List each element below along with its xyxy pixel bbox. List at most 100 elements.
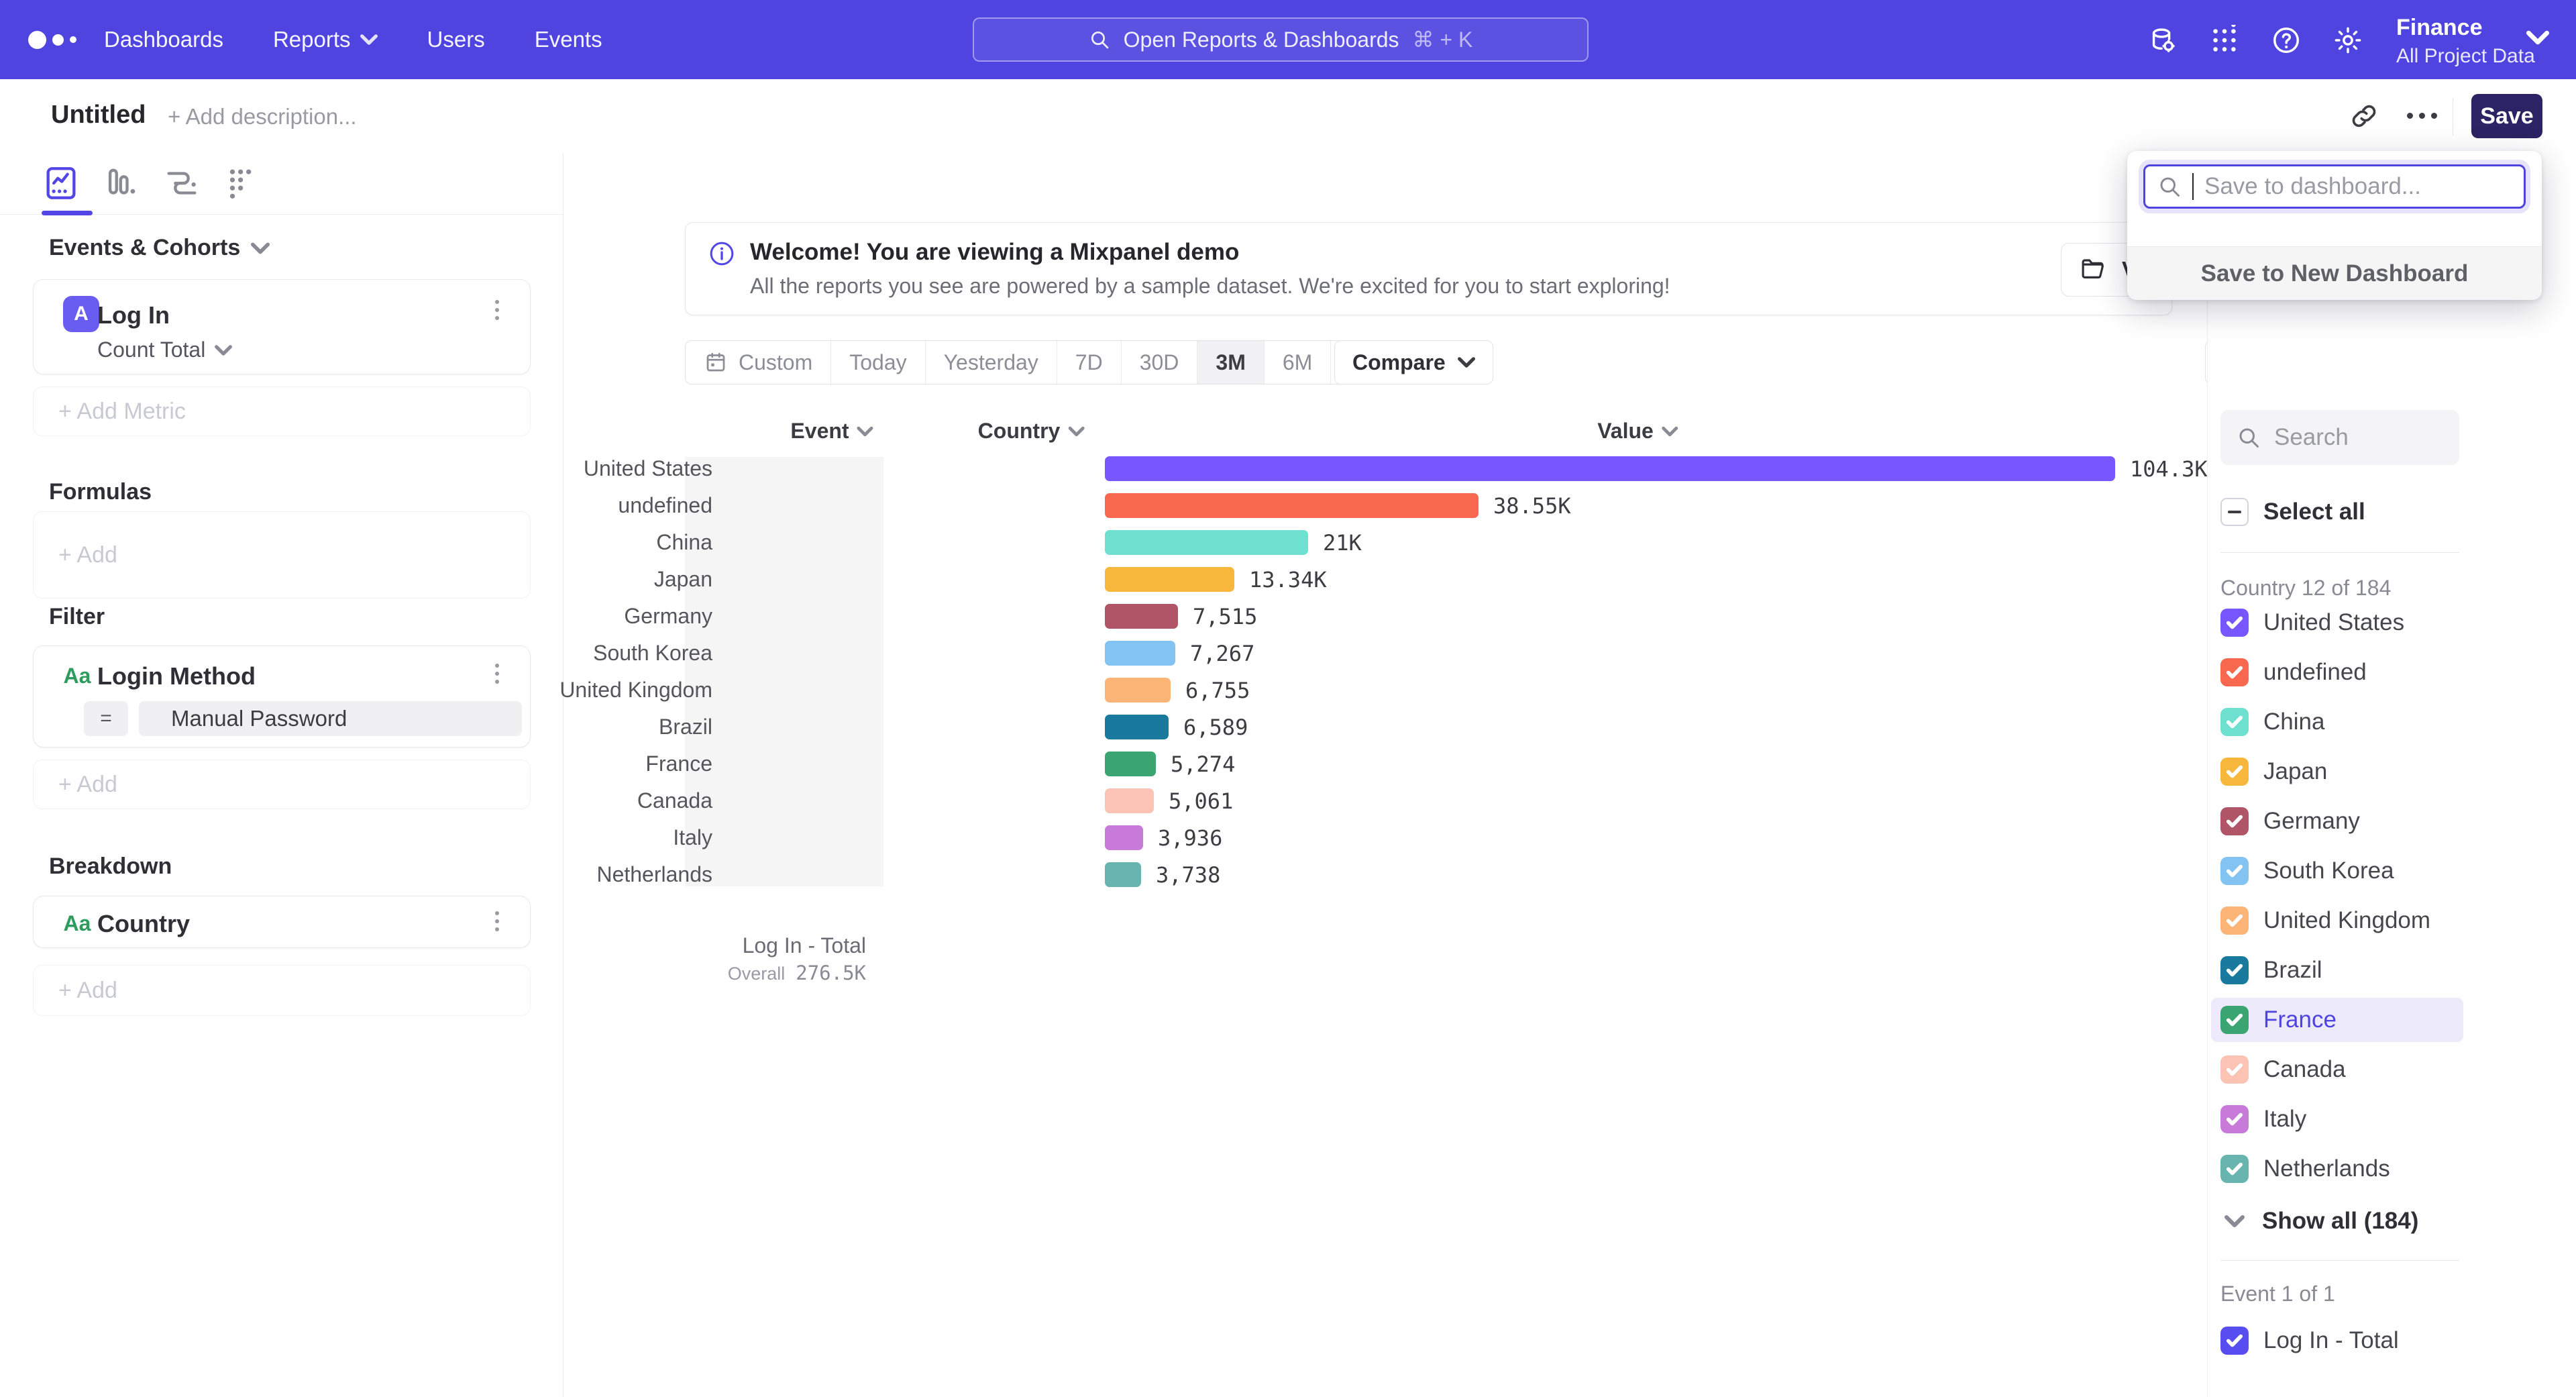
bar[interactable]: [1105, 862, 1141, 887]
legend-search-input[interactable]: [2274, 424, 2442, 451]
chevron-down-icon: [251, 242, 270, 255]
bar-row-united-kingdom[interactable]: United Kingdom6,755: [0, 672, 2207, 709]
metric-event-name[interactable]: Log In: [97, 301, 170, 329]
show-all-button[interactable]: Show all (184): [2224, 1208, 2418, 1235]
metric-card[interactable]: A Log In Count Total: [33, 279, 531, 374]
bar[interactable]: [1105, 493, 1479, 518]
data-management-icon[interactable]: [2147, 25, 2178, 56]
column-header-event[interactable]: Event: [790, 419, 873, 444]
checkbox-checked[interactable]: [2220, 1055, 2249, 1084]
save-to-new-dashboard-button[interactable]: Save to New Dashboard: [2127, 246, 2542, 300]
checkbox-checked[interactable]: [2220, 609, 2249, 637]
compare-button[interactable]: Compare: [1334, 340, 1493, 384]
column-header-country[interactable]: Country: [978, 419, 1085, 444]
save-dashboard-search-box[interactable]: [2143, 164, 2526, 209]
add-breakdown-button[interactable]: + Add: [33, 965, 531, 1016]
checkbox-checked[interactable]: [2220, 1006, 2249, 1034]
country-item-japan[interactable]: Japan: [2211, 749, 2463, 794]
bar-row-canada[interactable]: Canada5,061: [0, 782, 2207, 819]
save-button[interactable]: Save: [2471, 94, 2542, 138]
legend-search-box[interactable]: [2220, 410, 2459, 465]
breakdown-card[interactable]: Aa Country: [33, 896, 531, 948]
checkbox-checked[interactable]: [2220, 907, 2249, 935]
time-range-7d[interactable]: 7D: [1057, 341, 1122, 384]
checkbox-checked[interactable]: [2220, 658, 2249, 686]
time-range-yesterday[interactable]: Yesterday: [926, 341, 1057, 384]
country-item-netherlands[interactable]: Netherlands: [2211, 1147, 2463, 1191]
checkbox-checked[interactable]: [2220, 857, 2249, 885]
checkbox-checked[interactable]: [2220, 1327, 2249, 1355]
select-all-checkbox-indeterminate[interactable]: [2220, 498, 2249, 526]
tab-flows[interactable]: [162, 164, 201, 203]
add-description-button[interactable]: + Add description...: [168, 104, 357, 130]
bar[interactable]: [1105, 530, 1308, 555]
country-item-italy[interactable]: Italy: [2211, 1097, 2463, 1141]
bar[interactable]: [1105, 641, 1175, 666]
country-item-south-korea[interactable]: South Korea: [2211, 849, 2463, 893]
nav-item-users[interactable]: Users: [427, 27, 485, 52]
country-item-united-kingdom[interactable]: United Kingdom: [2211, 898, 2463, 943]
tab-insights[interactable]: [42, 164, 80, 203]
bar[interactable]: [1105, 604, 1178, 629]
settings-gear-icon[interactable]: [2332, 25, 2363, 56]
column-header-value[interactable]: Value: [1597, 419, 1678, 444]
bar[interactable]: [1105, 456, 2115, 481]
nav-item-reports[interactable]: Reports: [273, 27, 378, 52]
bar-row-japan[interactable]: Japan13.34K: [0, 561, 2207, 598]
checkbox-checked[interactable]: [2220, 1155, 2249, 1183]
report-title[interactable]: Untitled: [51, 101, 146, 130]
event-item-log-in---total[interactable]: Log In - Total: [2211, 1318, 2463, 1363]
nav-item-dashboards[interactable]: Dashboards: [104, 27, 223, 52]
more-actions-button[interactable]: [2407, 113, 2437, 119]
events-cohorts-header[interactable]: Events & Cohorts: [49, 235, 270, 261]
breakdown-menu-button[interactable]: [487, 911, 507, 931]
nav-item-events[interactable]: Events: [535, 27, 602, 52]
bar-row-undefined[interactable]: undefined38.55K: [0, 487, 2207, 524]
checkbox-checked[interactable]: [2220, 956, 2249, 984]
bar[interactable]: [1105, 715, 1169, 739]
bar-row-south-korea[interactable]: South Korea7,267: [0, 635, 2207, 672]
bar-row-brazil[interactable]: Brazil6,589: [0, 709, 2207, 745]
help-icon[interactable]: [2271, 25, 2302, 56]
bar[interactable]: [1105, 788, 1154, 813]
checkbox-checked[interactable]: [2220, 1105, 2249, 1133]
checkbox-checked[interactable]: [2220, 708, 2249, 736]
bar-row-netherlands[interactable]: Netherlands3,738: [0, 856, 2207, 893]
copy-link-icon[interactable]: [2349, 101, 2379, 131]
metric-menu-button[interactable]: [487, 300, 507, 320]
select-all-row[interactable]: Select all: [2220, 498, 2365, 526]
time-range-custom[interactable]: Custom: [686, 341, 831, 384]
bar[interactable]: [1105, 567, 1234, 592]
time-range-3m[interactable]: 3M: [1197, 341, 1264, 384]
country-item-undefined[interactable]: undefined: [2211, 650, 2463, 694]
tab-funnels[interactable]: [102, 164, 141, 203]
country-item-germany[interactable]: Germany: [2211, 799, 2463, 843]
project-switcher[interactable]: Finance All Project Data: [2396, 15, 2535, 68]
time-range-today[interactable]: Today: [831, 341, 925, 384]
country-item-china[interactable]: China: [2211, 700, 2463, 744]
add-metric-button[interactable]: + Add Metric: [33, 386, 531, 436]
bar[interactable]: [1105, 752, 1156, 776]
bar[interactable]: [1105, 825, 1143, 850]
bar[interactable]: [1105, 678, 1171, 703]
country-item-united-states[interactable]: United States: [2211, 601, 2463, 645]
checkbox-checked[interactable]: [2220, 758, 2249, 786]
bar-row-italy[interactable]: Italy3,936: [0, 819, 2207, 856]
bar-row-united-states[interactable]: United States104.3K: [0, 450, 2207, 487]
bar-row-china[interactable]: China21K: [0, 524, 2207, 561]
breakdown-property-name[interactable]: Country: [97, 910, 190, 938]
tab-retention[interactable]: [223, 164, 262, 203]
apps-grid-icon[interactable]: [2209, 25, 2240, 56]
aggregation-selector[interactable]: Count Total: [97, 338, 232, 362]
bar-row-germany[interactable]: Germany7,515: [0, 598, 2207, 635]
bar-row-france[interactable]: France5,274: [0, 745, 2207, 782]
country-item-brazil[interactable]: Brazil: [2211, 948, 2463, 992]
time-range-group: CustomTodayYesterday7D30D3M6M12M: [685, 340, 1410, 384]
time-range-30d[interactable]: 30D: [1122, 341, 1198, 384]
save-dashboard-input[interactable]: [2204, 173, 2500, 200]
time-range-6m[interactable]: 6M: [1265, 341, 1331, 384]
global-search-button[interactable]: Open Reports & Dashboards ⌘ + K: [973, 17, 1589, 62]
country-item-canada[interactable]: Canada: [2211, 1047, 2463, 1092]
checkbox-checked[interactable]: [2220, 807, 2249, 835]
country-item-france[interactable]: France: [2211, 998, 2463, 1042]
